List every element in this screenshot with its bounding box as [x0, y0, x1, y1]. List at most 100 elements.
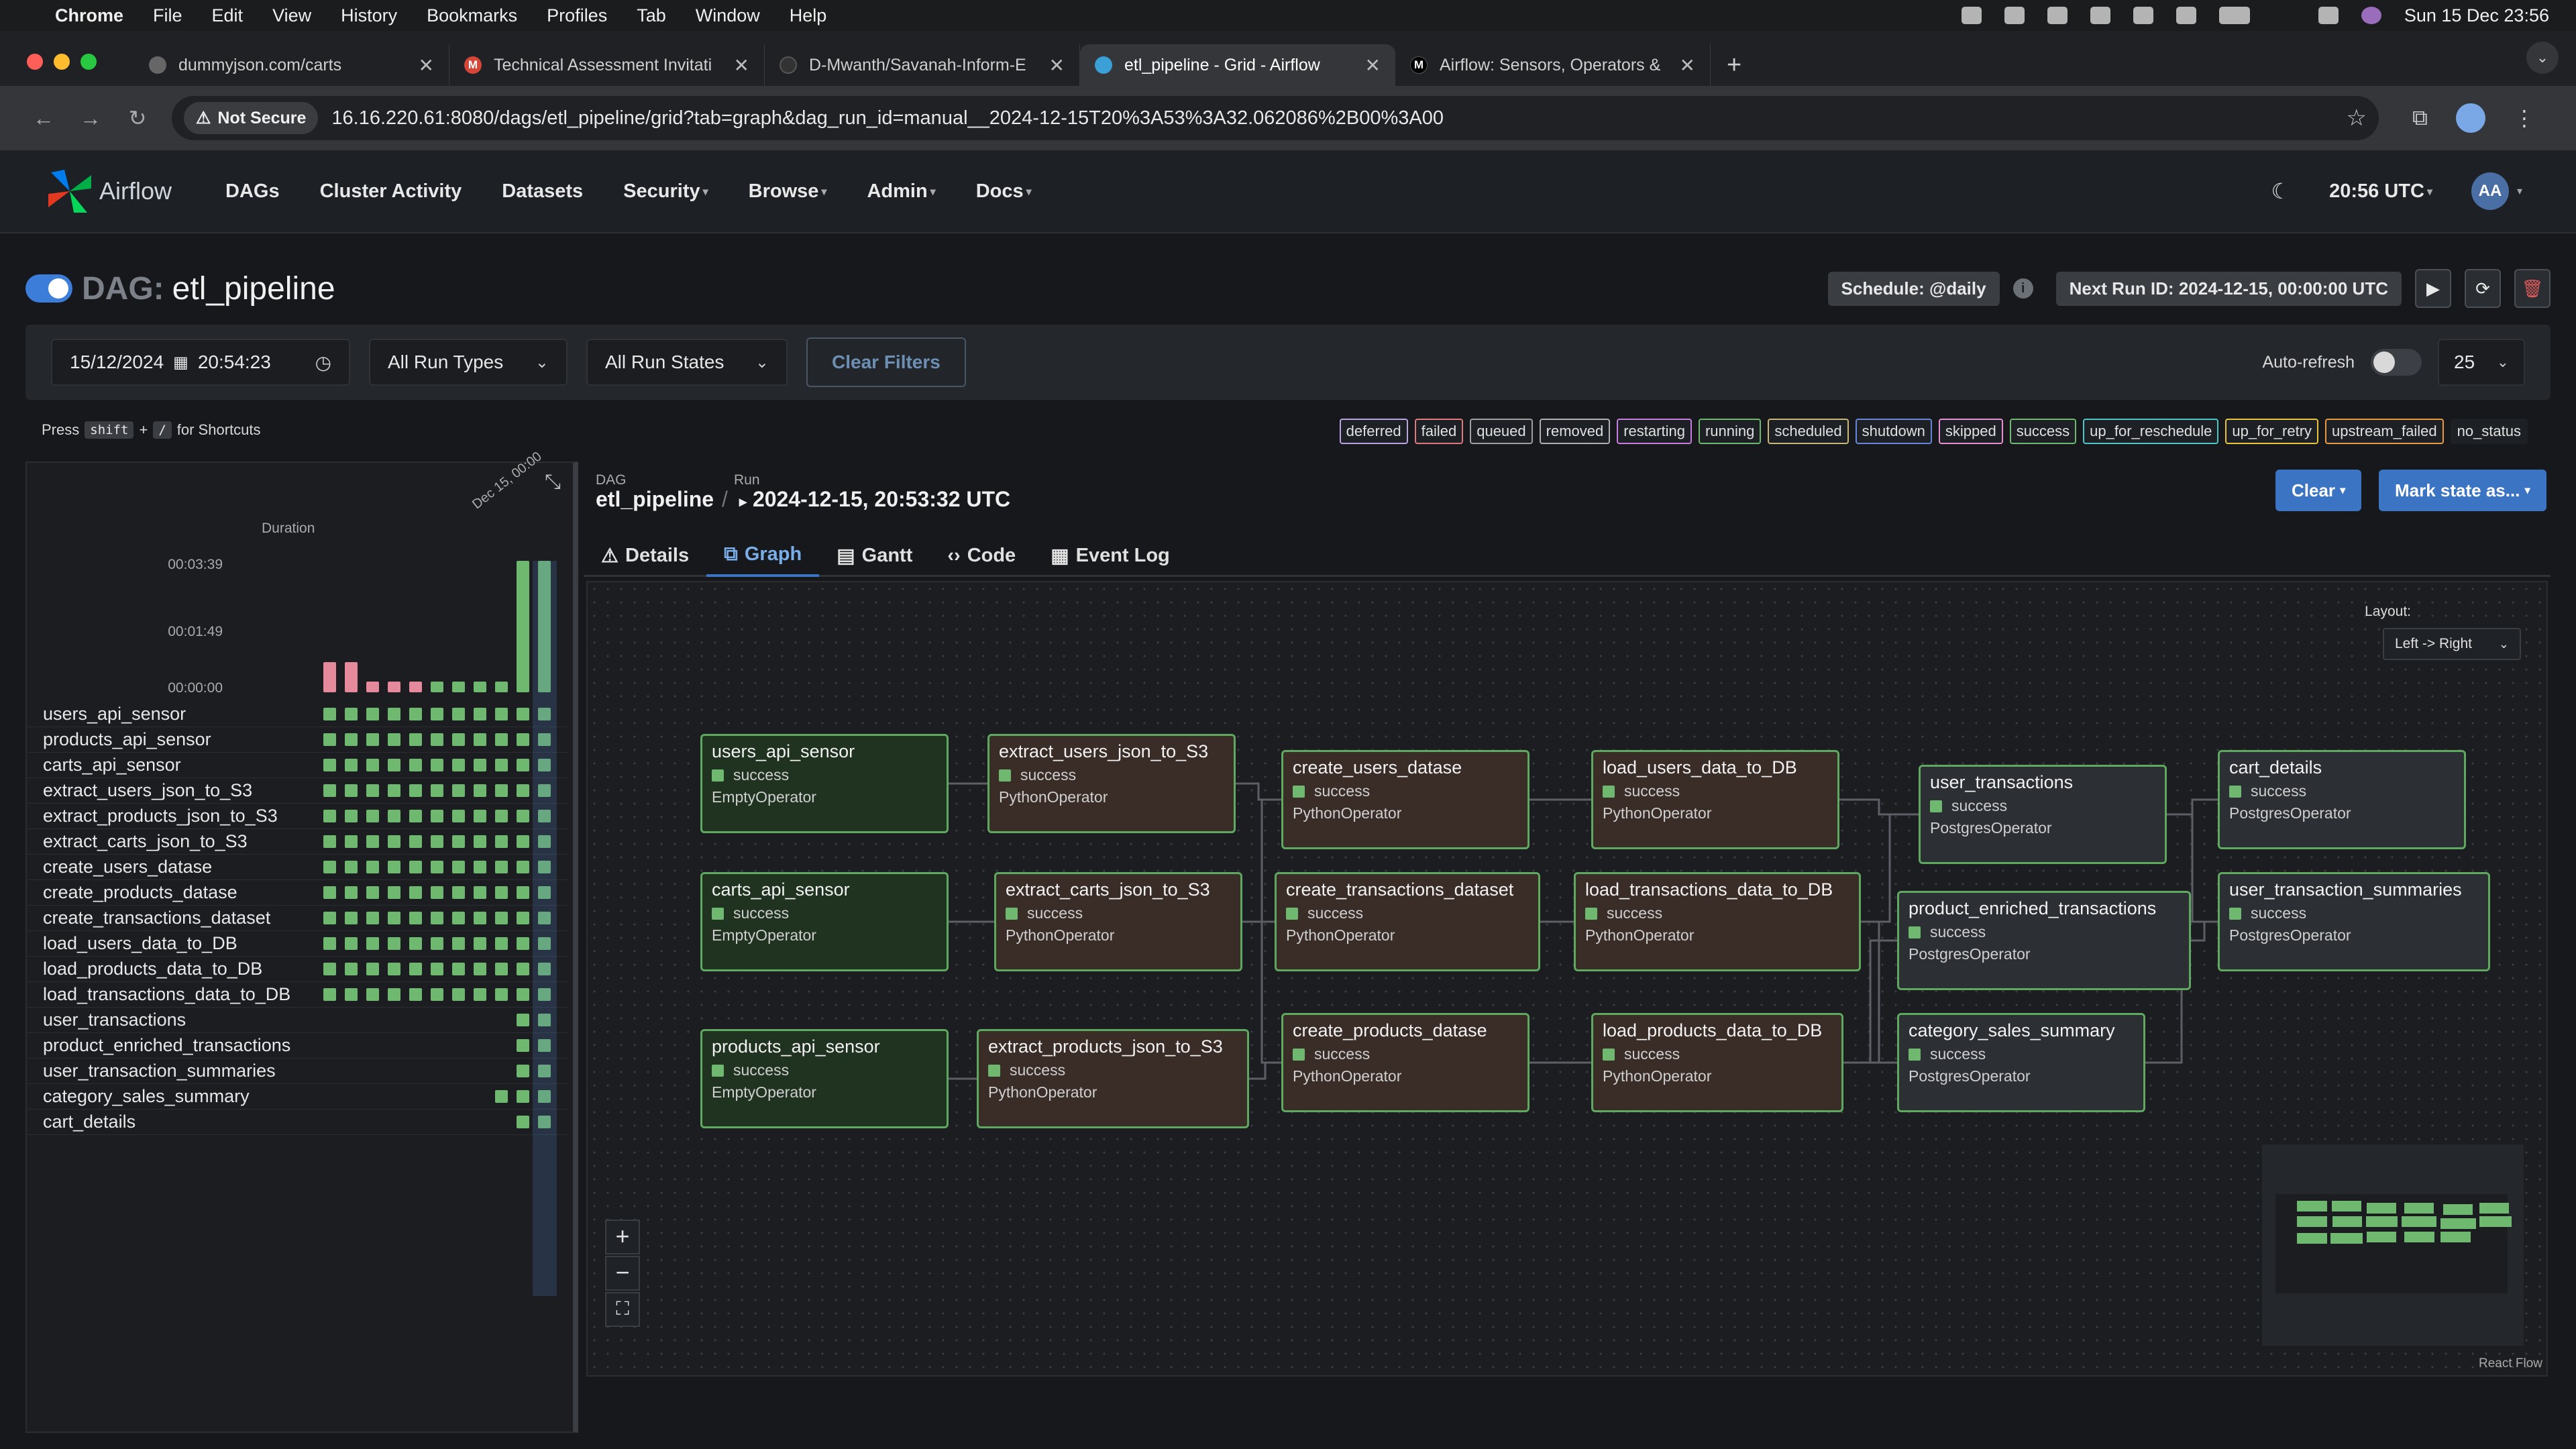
task-node[interactable]: cart_details success PostgresOperator	[2218, 750, 2466, 849]
task-node[interactable]: category_sales_summary success PostgresOpe…	[1897, 1013, 2145, 1112]
nav-admin-dropdown[interactable]: Admin ▾	[867, 180, 935, 203]
task-instance-cell[interactable]	[345, 835, 358, 848]
back-icon[interactable]: ←	[20, 106, 67, 131]
task-instance-cell[interactable]	[366, 861, 379, 873]
task-name[interactable]: load_users_data_to_DB	[43, 933, 237, 954]
task-instance-cell[interactable]	[323, 810, 336, 822]
breadcrumb-dag[interactable]: etl_pipeline	[596, 487, 714, 512]
menu-bookmarks[interactable]: Bookmarks	[427, 5, 517, 26]
legend-state[interactable]: deferred	[1339, 419, 1408, 444]
react-flow-attribution[interactable]: React Flow	[2479, 1356, 2542, 1371]
task-name[interactable]: products_api_sensor	[43, 729, 211, 750]
task-instance-cell[interactable]	[452, 733, 465, 746]
grid-task-row[interactable]: create_transactions_dataset	[27, 906, 568, 931]
forward-icon[interactable]: →	[67, 106, 114, 131]
menu-app-chrome[interactable]: Chrome	[55, 5, 123, 26]
nav-docs-dropdown[interactable]: Docs ▾	[976, 180, 1032, 203]
grid-task-row[interactable]: user_transaction_summaries	[27, 1059, 568, 1084]
task-instance-cell[interactable]	[431, 963, 443, 975]
menu-clock[interactable]: Sun 15 Dec 23:56	[2404, 5, 2549, 26]
task-instance-cell[interactable]	[431, 988, 443, 1001]
run-duration-bar[interactable]	[474, 682, 486, 692]
task-instance-cell[interactable]	[409, 708, 422, 720]
task-instance-cell[interactable]	[474, 861, 486, 873]
status-icon[interactable]	[2090, 7, 2110, 24]
menu-window[interactable]: Window	[696, 5, 760, 26]
task-instance-cell[interactable]	[517, 733, 529, 746]
zoom-out-icon[interactable]: −	[605, 1256, 640, 1291]
grid-task-row[interactable]: products_api_sensor	[27, 727, 568, 753]
task-instance-cell[interactable]	[517, 988, 529, 1001]
tab-code[interactable]: ‹› Code	[930, 534, 1033, 577]
task-instance-cell[interactable]	[431, 708, 443, 720]
task-node[interactable]: user_transaction_summaries success Postgre…	[2218, 872, 2490, 971]
page-size-select[interactable]: 25 ⌄	[2438, 339, 2525, 386]
task-instance-cell[interactable]	[431, 861, 443, 873]
nav-security-dropdown[interactable]: Security ▾	[623, 180, 708, 203]
tab-details[interactable]: ⚠ Details	[584, 534, 706, 577]
grid-task-row[interactable]: load_users_data_to_DB	[27, 931, 568, 957]
parse-dag-icon[interactable]: ⟳	[2465, 269, 2501, 308]
task-instance-cell[interactable]	[323, 963, 336, 975]
legend-state[interactable]: upstream_failed	[2325, 419, 2444, 444]
task-instance-cell[interactable]	[431, 937, 443, 950]
battery-icon[interactable]	[2218, 7, 2250, 24]
task-instance-cell[interactable]	[388, 937, 400, 950]
task-node[interactable]: carts_api_sensor success EmptyOperator	[700, 872, 949, 971]
task-name[interactable]: create_transactions_dataset	[43, 908, 270, 928]
task-instance-cell[interactable]	[366, 886, 379, 899]
task-node[interactable]: products_api_sensor success EmptyOperator	[700, 1029, 949, 1128]
legend-state[interactable]: shutdown	[1855, 419, 1932, 444]
tab-gantt[interactable]: ▤ Gantt	[819, 534, 930, 577]
task-instance-cell[interactable]	[388, 708, 400, 720]
nav-cluster-activity[interactable]: Cluster Activity	[320, 180, 462, 203]
task-node[interactable]: extract_users_json_to_S3 success PythonOpe…	[987, 734, 1236, 833]
task-instance-cell[interactable]	[495, 784, 508, 797]
task-instance-cell[interactable]	[452, 784, 465, 797]
task-node[interactable]: create_products_datase success PythonOpera…	[1281, 1013, 1529, 1112]
task-name[interactable]: cart_details	[43, 1112, 136, 1132]
play-icon[interactable]	[2133, 7, 2153, 24]
url-text[interactable]: 16.16.220.61:8080/dags/etl_pipeline/grid…	[331, 107, 1444, 129]
task-instance-cell[interactable]	[517, 708, 529, 720]
grid-task-row[interactable]: extract_carts_json_to_S3	[27, 829, 568, 855]
task-instance-cell[interactable]	[323, 861, 336, 873]
grid-task-row[interactable]: category_sales_summary	[27, 1084, 568, 1110]
browser-tab-active[interactable]: etl_pipeline - Grid - Airflow ✕	[1080, 44, 1395, 86]
control-center-icon[interactable]	[2318, 7, 2339, 24]
task-instance-cell[interactable]	[388, 784, 400, 797]
close-tab-icon[interactable]: ✕	[734, 54, 749, 76]
task-instance-cell[interactable]	[495, 810, 508, 822]
task-instance-cell[interactable]	[431, 759, 443, 771]
nav-dags[interactable]: DAGs	[225, 180, 280, 203]
task-instance-cell[interactable]	[517, 1039, 529, 1052]
breadcrumb-run[interactable]: ▸ 2024-12-15, 20:53:32 UTC	[739, 487, 1010, 512]
task-instance-cell[interactable]	[431, 733, 443, 746]
menu-file[interactable]: File	[153, 5, 182, 26]
dark-mode-icon[interactable]: ☾	[2271, 178, 2290, 204]
task-node[interactable]: load_products_data_to_DB success PythonOpe…	[1591, 1013, 1843, 1112]
task-instance-cell[interactable]	[495, 912, 508, 924]
task-name[interactable]: carts_api_sensor	[43, 755, 181, 775]
task-instance-cell[interactable]	[388, 835, 400, 848]
run-duration-bar[interactable]	[495, 682, 508, 692]
tab-search-icon[interactable]: ⌄	[2526, 42, 2559, 74]
task-instance-cell[interactable]	[517, 937, 529, 950]
task-instance-cell[interactable]	[409, 988, 422, 1001]
task-instance-cell[interactable]	[323, 912, 336, 924]
task-instance-cell[interactable]	[323, 886, 336, 899]
task-name[interactable]: product_enriched_transactions	[43, 1035, 290, 1056]
zoom-in-icon[interactable]: +	[605, 1220, 640, 1254]
legend-state[interactable]: removed	[1539, 419, 1611, 444]
legend-state[interactable]: up_for_retry	[2225, 419, 2319, 444]
nav-browse-dropdown[interactable]: Browse ▾	[749, 180, 827, 203]
task-instance-cell[interactable]	[388, 886, 400, 899]
task-instance-cell[interactable]	[517, 861, 529, 873]
grid-task-row[interactable]: cart_details	[27, 1110, 568, 1135]
legend-state[interactable]: restarting	[1617, 419, 1692, 444]
timezone-dropdown[interactable]: 20:56 UTC ▾	[2329, 180, 2432, 203]
task-instance-cell[interactable]	[366, 784, 379, 797]
task-instance-cell[interactable]	[323, 835, 336, 848]
task-instance-cell[interactable]	[517, 835, 529, 848]
minimize-window-icon[interactable]	[54, 54, 70, 70]
